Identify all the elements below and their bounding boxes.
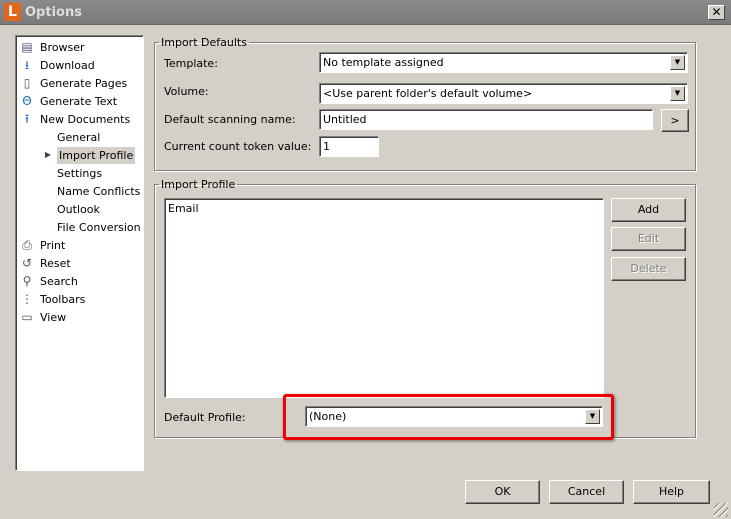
new-documents-icon: ⭱ bbox=[24, 112, 30, 126]
default-profile-label: Default Profile: bbox=[164, 411, 246, 424]
generate-text-icon: Θ bbox=[22, 94, 32, 108]
tree-item-label: Download bbox=[40, 59, 95, 72]
download-icon: ⭳ bbox=[24, 58, 30, 72]
tree-item-label: Generate Text bbox=[40, 95, 118, 108]
delete-button[interactable]: Delete bbox=[611, 257, 686, 281]
view-icon: ▭ bbox=[21, 310, 33, 324]
tree-item-label: Toolbars bbox=[40, 293, 86, 306]
print-icon: ⎙ bbox=[22, 238, 32, 252]
volume-label: Volume: bbox=[164, 85, 209, 98]
add-button[interactable]: Add bbox=[611, 198, 686, 222]
app-logo-icon: L bbox=[4, 3, 21, 21]
window-title: Options bbox=[25, 5, 82, 20]
tree-item-label: Outlook bbox=[57, 203, 100, 216]
template-label: Template: bbox=[164, 57, 218, 70]
cancel-button[interactable]: Cancel bbox=[549, 480, 624, 504]
tree-item-label: Browser bbox=[40, 41, 85, 54]
generate-pages-icon: ▯ bbox=[23, 76, 31, 90]
tree-item-label: View bbox=[40, 311, 67, 324]
tree-item-label: Import Profile bbox=[57, 147, 136, 164]
template-dropdown[interactable]: No template assigned ▼ bbox=[319, 52, 688, 73]
search-icon: ⚲ bbox=[22, 274, 32, 288]
tree-item-label: Generate Pages bbox=[40, 77, 128, 90]
tree-item-label: Name Conflicts bbox=[57, 185, 141, 198]
scan-name-label: Default scanning name: bbox=[164, 113, 296, 126]
highlight-box bbox=[283, 394, 614, 440]
scan-name-input[interactable]: Untitled bbox=[319, 109, 653, 130]
help-button[interactable]: Help bbox=[633, 480, 710, 504]
tree-item-label: Settings bbox=[57, 167, 103, 180]
reset-icon: ↺ bbox=[21, 256, 33, 270]
tree-item-label: Print bbox=[40, 239, 66, 252]
import-profile-legend: Import Profile bbox=[161, 178, 236, 191]
resize-grip[interactable] bbox=[714, 503, 728, 517]
chevron-down-icon[interactable]: ▼ bbox=[670, 86, 685, 101]
tree-item-label: General bbox=[57, 131, 101, 144]
tree-item-label: File Conversion bbox=[57, 221, 141, 234]
toolbars-icon: ⋮ bbox=[21, 292, 33, 306]
tree-item-label: New Documents bbox=[40, 113, 131, 126]
close-button[interactable]: ✕ bbox=[708, 5, 725, 20]
expand-arrow-icon[interactable]: ▶ bbox=[41, 148, 55, 162]
options-tree[interactable]: ▤ Browser ⭳ Download ▯ Generate Pages Θ Generat… bbox=[15, 35, 144, 471]
scan-name-token-button[interactable]: > bbox=[661, 109, 689, 132]
import-defaults-legend: Import Defaults bbox=[161, 36, 247, 49]
volume-dropdown[interactable]: <Use parent folder's default volume> ▼ bbox=[319, 83, 688, 104]
template-value: No template assigned bbox=[323, 56, 444, 69]
count-input[interactable]: 1 bbox=[319, 136, 379, 157]
count-label: Current count token value: bbox=[164, 140, 312, 153]
profile-list[interactable]: Email bbox=[164, 198, 604, 398]
list-item[interactable]: Email bbox=[168, 202, 600, 215]
volume-value: <Use parent folder's default volume> bbox=[323, 87, 533, 100]
edit-button[interactable]: Edit bbox=[611, 227, 686, 251]
tree-item-label: Reset bbox=[40, 257, 71, 270]
tree-item-label: Search bbox=[40, 275, 78, 288]
ok-button[interactable]: OK bbox=[465, 480, 540, 504]
title-bar: L Options ✕ bbox=[0, 0, 731, 25]
chevron-down-icon[interactable]: ▼ bbox=[670, 55, 685, 70]
browser-icon: ▤ bbox=[21, 40, 33, 54]
